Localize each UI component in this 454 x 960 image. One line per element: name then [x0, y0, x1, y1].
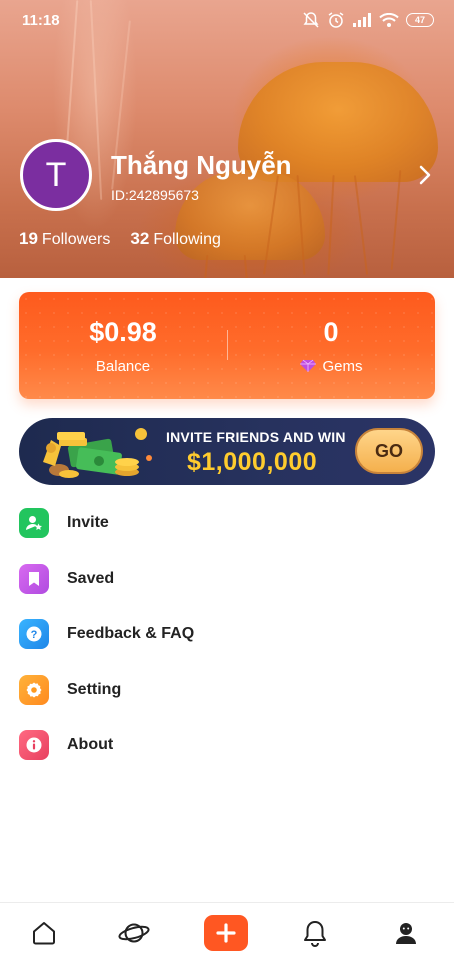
- menu-item-invite[interactable]: Invite: [19, 503, 434, 543]
- nav-profile[interactable]: [384, 913, 428, 953]
- balance-label: Balance: [95, 357, 151, 375]
- money-pile-icon: [43, 428, 152, 478]
- wallet-card: $0.98 Balance 0 Gems: [19, 292, 435, 399]
- status-time: 11:18: [22, 11, 60, 29]
- gear-icon: [19, 675, 49, 705]
- bookmark-icon: [19, 564, 49, 594]
- gems-value: 0: [323, 316, 339, 347]
- signal-icon: [353, 13, 371, 27]
- following-stat[interactable]: 32 Following: [130, 229, 221, 249]
- nav-explore[interactable]: [112, 913, 156, 953]
- avatar[interactable]: T: [20, 139, 92, 211]
- profile-icon: [396, 923, 416, 944]
- chevron-right-icon[interactable]: [416, 163, 434, 187]
- nav-create[interactable]: [204, 913, 248, 953]
- menu-item-saved[interactable]: Saved: [19, 559, 434, 599]
- balance-section[interactable]: $0.98 Balance: [19, 292, 227, 399]
- follow-stats: 19 Followers 32 Following: [19, 229, 221, 249]
- profile-name: Thắng Nguyễn: [111, 150, 292, 180]
- menu-item-feedback[interactable]: ? Feedback & FAQ: [19, 614, 434, 654]
- info-icon: [19, 730, 49, 760]
- gems-section[interactable]: 0 Gems: [227, 292, 435, 399]
- gem-icon: [300, 359, 317, 372]
- alarm-icon: [328, 12, 344, 28]
- svg-text:?: ?: [31, 629, 38, 641]
- bottom-navigation: [0, 902, 454, 960]
- nav-notifications[interactable]: [293, 913, 337, 953]
- menu-item-setting[interactable]: Setting: [19, 670, 434, 710]
- planet-icon: [118, 923, 150, 943]
- balance-value: $0.98: [89, 316, 157, 347]
- status-bar: 11:18 47: [0, 0, 454, 40]
- gems-label: Gems: [322, 357, 363, 375]
- banner-prize: $1,000,000: [187, 448, 318, 476]
- followers-stat[interactable]: 19 Followers: [19, 229, 110, 249]
- notifications-off-icon: [303, 12, 319, 28]
- wifi-icon: [379, 13, 399, 27]
- home-icon: [33, 922, 55, 945]
- banner-headline: INVITE FRIENDS AND WIN: [166, 429, 346, 445]
- battery-indicator: 47: [406, 13, 434, 27]
- invite-icon: [19, 508, 49, 538]
- invite-banner[interactable]: INVITE FRIENDS AND WIN $1,000,000 GO: [19, 418, 435, 485]
- plus-icon: [204, 915, 248, 951]
- bell-icon: [304, 921, 326, 947]
- profile-id: ID:242895673: [111, 187, 199, 203]
- nav-home[interactable]: [22, 913, 66, 953]
- help-icon: ?: [19, 619, 49, 649]
- menu-item-about[interactable]: About: [19, 725, 434, 765]
- go-button[interactable]: GO: [355, 428, 423, 474]
